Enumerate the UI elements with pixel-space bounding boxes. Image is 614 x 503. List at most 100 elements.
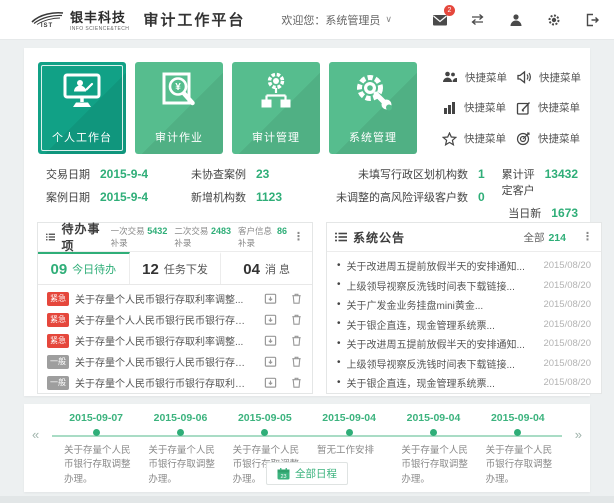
notice-item[interactable]: • 关于银企直连，现金管理系统票... 2015/08/20 [327, 315, 601, 335]
welcome-user-label[interactable]: 欢迎您：系统管理员 [281, 12, 380, 28]
tab-count: 12 [142, 261, 159, 278]
mail-button[interactable]: 2 [431, 11, 448, 28]
list-icon [335, 232, 347, 242]
timeline-next-icon[interactable]: » [575, 427, 582, 442]
bullet-icon: • [337, 261, 341, 271]
notice-item[interactable]: • 关于银企直连，现金管理系统票... 2015/08/20 [327, 373, 601, 393]
timeline-text: 关于存量个人民币银行存取调整办理。 [54, 444, 138, 487]
timeline-prev-icon[interactable]: « [32, 427, 39, 442]
tab-today-todo[interactable]: 09 今日待办 [38, 252, 130, 284]
announcement-icon [516, 70, 532, 84]
todo-list: 紧急 关于存量个人民币银行存取利率调整... 紧急 关于存量个人人民币银行民币银… [38, 285, 312, 396]
header: IST 银丰科技 INFO SCIENCE&TECH 审计工作平台 欢迎您：系统… [0, 0, 614, 40]
todo-tabs: 09 今日待办 12 任务下发 04 消 息 [38, 252, 312, 285]
notice-item[interactable]: • 关于广发金业务挂盘mini黄金... 2015/08/20 [327, 295, 601, 315]
forward-icon[interactable] [264, 355, 277, 368]
trash-icon[interactable] [290, 355, 303, 368]
settings-button[interactable] [545, 11, 562, 28]
todo-item[interactable]: 紧急 关于存量个人民币银行存取利率调整... [38, 330, 312, 351]
stat-label: 累计评定客户 [498, 166, 535, 198]
forward-icon[interactable] [264, 292, 277, 305]
summary-label: 客户信息补录 [238, 225, 275, 249]
bullet-icon: • [337, 319, 341, 329]
stat-label: 新增机构数 [184, 189, 246, 205]
svg-text:23: 23 [280, 474, 286, 480]
quick-menu-item-team[interactable]: 快捷菜单 [436, 62, 510, 93]
quick-menu-item-edit[interactable]: 快捷菜单 [510, 93, 584, 124]
stat-label: 案例日期 [38, 189, 90, 205]
forward-icon[interactable] [264, 313, 277, 326]
logout-button[interactable] [583, 11, 600, 28]
stat-value: 2015-9-4 [100, 167, 148, 181]
notice-item[interactable]: • 关于改进周五提前放假半天的安排通知... 2015/08/20 [327, 256, 601, 276]
quick-menu-label: 快捷菜单 [538, 100, 580, 115]
timeline-entry[interactable]: 2015-09-04 关于存量个人民币银行存取调整办理。 [391, 412, 475, 487]
trash-icon[interactable] [290, 292, 303, 305]
all-schedule-label: 全部日程 [295, 466, 337, 481]
star-icon [442, 132, 457, 146]
todo-item[interactable]: 紧急 关于存量个人民币银行存取利率调整... [38, 288, 312, 309]
timeline-date: 2015-09-04 [476, 412, 560, 424]
quick-menu-item-favorite[interactable]: 快捷菜单 [436, 123, 510, 154]
tile-audit-operation[interactable]: ¥ 审计作业 [135, 62, 223, 154]
timeline-date: 2015-09-04 [307, 412, 391, 424]
user-button[interactable] [507, 11, 524, 28]
calendar-icon: 23 [277, 468, 290, 480]
todo-item[interactable]: 紧急 关于存量个人人民币银行民币银行存取利率调整... [38, 309, 312, 330]
todo-item[interactable]: 一般 关于存量个人民币银行币银行存取利率调整... [38, 372, 312, 393]
chevron-down-icon[interactable]: ∨ [385, 14, 392, 25]
bullet-icon: • [337, 358, 341, 368]
tile-personal-workbench[interactable]: 个人工作台 [38, 62, 126, 154]
stat-label: 未调整的高风险评级客户数 [336, 189, 468, 205]
notice-view-all[interactable]: 全部 214 [523, 230, 566, 245]
quick-menu-item-announcement[interactable]: 快捷菜单 [510, 62, 584, 93]
todo-panel-title: 待办事项 [61, 220, 102, 254]
stat-label: 未填写行政区划机构数 [336, 166, 468, 182]
tab-task-dispatch[interactable]: 12 任务下发 [130, 252, 222, 284]
notice-item[interactable]: • 上级领导视察反洗钱时间表下载链接... 2015/08/20 [327, 354, 601, 374]
todo-item-text: 关于存量个人人民币银行民币银行存取利率调整... [75, 312, 251, 327]
tile-label: 个人工作台 [38, 129, 126, 145]
quick-menu-item-report[interactable]: 快捷菜单 [436, 93, 510, 124]
stat-label: 未协查案例 [184, 166, 246, 182]
notice-item-date: 2015/08/20 [543, 280, 591, 291]
tile-system-management[interactable]: 系统管理 [329, 62, 417, 154]
trash-icon[interactable] [290, 376, 303, 389]
timeline-entry[interactable]: 2015-09-07 关于存量个人民币银行存取调整办理。 [54, 412, 138, 487]
urgency-badge: 紧急 [47, 292, 69, 306]
logo-mark-text: IST [41, 23, 53, 29]
trash-icon[interactable] [290, 334, 303, 347]
todo-item[interactable]: 一般 关于存量个人民币银行人民币银行存取利率调整... [38, 351, 312, 372]
all-schedule-button[interactable]: 23 全部日程 [266, 462, 348, 485]
bar-chart-icon [442, 101, 457, 115]
main-panel: 个人工作台 ¥ 审计作业 审计管理 [24, 48, 590, 396]
timeline-entry[interactable]: 2015-09-04 关于存量个人民币银行存取调整办理。 [476, 412, 560, 487]
summary-label: 一次交易补录 [111, 225, 146, 249]
forward-icon[interactable] [264, 376, 277, 389]
notice-item[interactable]: • 上级领导视察反洗钱时间表下载链接... 2015/08/20 [327, 276, 601, 296]
todo-summary: 一次交易补录5432 二次交易补录2483 客户信息补录86 [111, 225, 287, 249]
stat-value: 0 [478, 190, 485, 204]
quick-menu-label: 快捷菜单 [464, 131, 506, 146]
page-title: 审计工作平台 [143, 9, 245, 30]
workstation-icon [60, 71, 104, 113]
tile-audit-management[interactable]: 审计管理 [232, 62, 320, 154]
notice-item-date: 2015/08/20 [543, 338, 591, 349]
all-count: 214 [548, 232, 566, 244]
gear-icon [547, 13, 561, 27]
tab-messages[interactable]: 04 消 息 [221, 252, 312, 284]
quick-menu-item-target[interactable]: 快捷菜单 [510, 123, 584, 154]
quick-menu-label: 快捷菜单 [538, 131, 580, 146]
tile-label: 系统管理 [329, 129, 417, 145]
notice-item[interactable]: • 关于改进周五提前放假半天的安排通知... 2015/08/20 [327, 334, 601, 354]
notice-item-text: 关于银企直连，现金管理系统票... [347, 375, 538, 390]
timeline-dot-icon [514, 429, 521, 436]
notice-item-date: 2015/08/20 [543, 358, 591, 369]
more-options-icon[interactable]: ⋮ [582, 232, 593, 243]
more-options-icon[interactable]: ⋮ [293, 232, 304, 243]
footer-strip [0, 496, 614, 503]
swap-button[interactable] [469, 11, 486, 28]
trash-icon[interactable] [290, 313, 303, 326]
forward-icon[interactable] [264, 334, 277, 347]
timeline-entry[interactable]: 2015-09-06 关于存量个人民币银行存取调整办理。 [138, 412, 222, 487]
